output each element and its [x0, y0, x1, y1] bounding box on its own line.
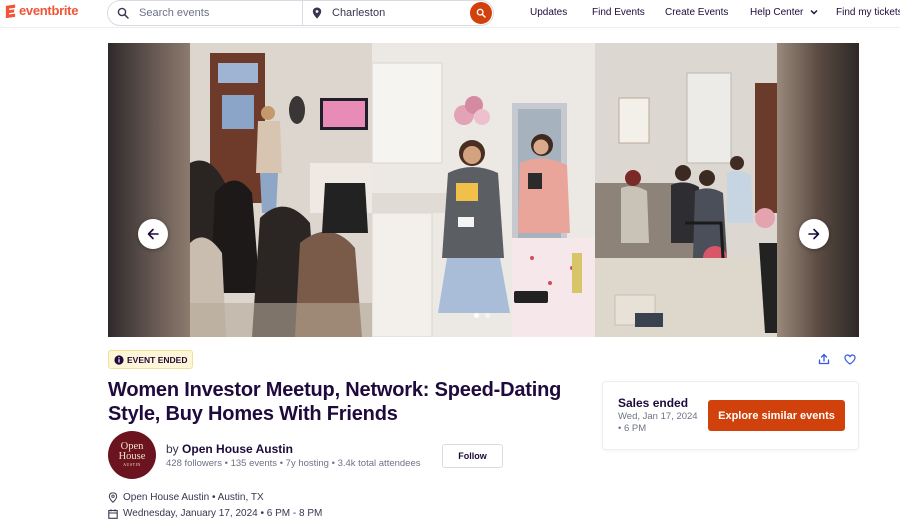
arrow-left-icon [147, 228, 159, 240]
living-room-photo-illustration [595, 43, 777, 337]
follow-button[interactable]: Follow [442, 444, 503, 468]
nav-find-my-tickets[interactable]: Find my tickets [836, 7, 900, 18]
organizer-prefix: by [166, 442, 179, 456]
kitchen-photo-illustration [372, 43, 595, 337]
event-datetime-row: Wednesday, January 17, 2024 • 6 PM - 8 P… [108, 508, 322, 519]
location-pin-icon [312, 7, 322, 19]
event-photo-presentation [190, 43, 372, 337]
explore-similar-events-button[interactable]: Explore similar events [708, 400, 845, 431]
organizer-name-link[interactable]: Open House Austin [182, 442, 293, 456]
sales-status-card: Sales ended Wed, Jan 17, 2024 • 6 PM Exp… [602, 381, 859, 450]
share-button[interactable] [817, 352, 831, 366]
search-submit-button[interactable] [470, 2, 492, 24]
event-title: Women Investor Meetup, Network: Speed-Da… [108, 379, 562, 425]
organizer-avatar[interactable]: Open House AUSTIN [108, 431, 156, 479]
eventbrite-logo[interactable]: eventbrite [4, 3, 78, 18]
event-location-row: Open House Austin • Austin, TX [108, 492, 264, 503]
organizer-stats: 428 followers • 135 events • 7y hosting … [166, 458, 421, 469]
search-input-placeholder: Search events [139, 7, 210, 19]
info-icon [114, 354, 124, 365]
carousel-next-button[interactable] [799, 219, 829, 249]
share-icon [818, 353, 830, 365]
calendar-icon [108, 508, 118, 519]
nav-create-events[interactable]: Create Events [665, 7, 728, 18]
logo-text: eventbrite [19, 3, 79, 18]
search-icon [117, 7, 129, 19]
carousel-right-blur [777, 43, 859, 337]
event-photo-kitchen [372, 43, 595, 337]
carousel-pagination [474, 313, 490, 318]
event-photo-living-room [595, 43, 777, 337]
avatar-text-house: House [118, 451, 146, 462]
search-submit-icon [476, 8, 486, 18]
event-location-text: Open House Austin • Austin, TX [123, 492, 264, 503]
event-ended-label: EVENT ENDED [127, 354, 188, 365]
presentation-photo-illustration [190, 43, 372, 337]
arrow-right-icon [808, 228, 820, 240]
organizer-line: by Open House Austin [166, 442, 293, 456]
chevron-down-icon [810, 10, 818, 15]
nav-help-center-label: Help Center [750, 7, 804, 18]
event-ended-badge: EVENT ENDED [108, 350, 194, 369]
carousel-prev-button[interactable] [138, 219, 168, 249]
location-pin-icon [108, 492, 118, 503]
sales-ended-date: Wed, Jan 17, 2024 • 6 PM [618, 411, 698, 434]
location-field[interactable]: Charleston [303, 1, 493, 25]
nav-find-events[interactable]: Find Events [592, 7, 645, 18]
event-image-carousel[interactable] [108, 43, 859, 337]
nav-help-center[interactable]: Help Center [750, 7, 818, 18]
heart-icon [844, 353, 856, 365]
sales-ended-title: Sales ended [618, 396, 689, 410]
eventbrite-logo-icon [5, 4, 16, 18]
location-value: Charleston [332, 7, 386, 19]
avatar-text-austin: AUSTIN [123, 462, 141, 467]
search-events-field[interactable]: Search events [108, 1, 303, 25]
search-bar: Search events Charleston [107, 0, 494, 26]
event-datetime-text: Wednesday, January 17, 2024 • 6 PM - 8 P… [123, 508, 323, 519]
carousel-dot-1[interactable] [474, 313, 479, 318]
like-button[interactable] [843, 352, 857, 366]
carousel-left-blur [108, 43, 190, 337]
nav-updates[interactable]: Updates [530, 7, 567, 18]
top-nav-bar: eventbrite Search events Charleston Upda… [0, 0, 900, 28]
carousel-dot-2[interactable] [485, 313, 490, 318]
